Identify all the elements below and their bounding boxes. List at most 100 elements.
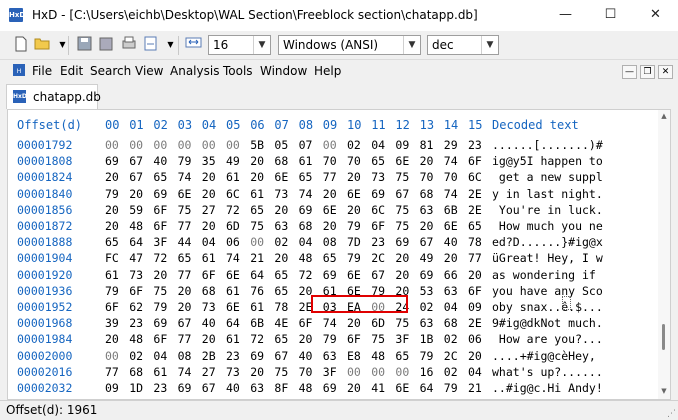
hex-byte[interactable]: 75 — [395, 219, 417, 233]
hex-byte[interactable]: 67 — [371, 268, 393, 282]
hex-byte[interactable]: 00 — [129, 138, 151, 152]
hex-byte[interactable]: 73 — [274, 187, 296, 201]
hex-byte[interactable]: 20 — [420, 154, 442, 168]
hex-byte[interactable]: 20 — [420, 219, 442, 233]
hex-byte[interactable]: 65 — [274, 268, 296, 282]
hex-byte[interactable]: 20 — [347, 381, 369, 395]
hex-byte[interactable]: 67 — [395, 187, 417, 201]
hex-byte[interactable]: 04 — [299, 235, 321, 249]
save-icon[interactable] — [76, 36, 93, 53]
hex-byte[interactable]: 3F — [153, 235, 175, 249]
hex-byte[interactable]: 20 — [468, 268, 490, 282]
hex-byte[interactable]: 09 — [468, 300, 490, 314]
tab-chatapp-db[interactable]: HxD chatapp.db — [6, 84, 101, 109]
hex-byte[interactable]: 74 — [226, 251, 248, 265]
hex-byte[interactable]: 47 — [129, 251, 151, 265]
hex-byte[interactable]: 04 — [444, 300, 466, 314]
hex-byte[interactable]: 20 — [250, 170, 272, 184]
hex-byte[interactable]: 2E — [468, 316, 490, 330]
hex-byte[interactable]: 73 — [129, 268, 151, 282]
print-icon[interactable] — [120, 36, 137, 53]
hex-byte[interactable]: 6C — [371, 203, 393, 217]
hex-byte[interactable]: 40 — [226, 381, 248, 395]
hex-byte[interactable]: 6F — [299, 316, 321, 330]
hex-byte[interactable]: 02 — [444, 365, 466, 379]
hex-byte[interactable]: 75 — [395, 170, 417, 184]
hex-byte[interactable]: 21 — [250, 251, 272, 265]
hex-byte[interactable]: 65 — [178, 251, 200, 265]
hex-byte[interactable]: 00 — [347, 365, 369, 379]
hex-byte[interactable]: 68 — [274, 154, 296, 168]
hex-byte[interactable]: 68 — [129, 365, 151, 379]
hex-byte[interactable]: 6E — [347, 268, 369, 282]
hex-byte[interactable]: 65 — [371, 154, 393, 168]
hex-byte[interactable]: 79 — [323, 332, 345, 346]
hex-byte[interactable]: 77 — [178, 268, 200, 282]
hex-byte[interactable]: 02 — [420, 300, 442, 314]
decoded-text[interactable]: How are you?... — [492, 332, 603, 346]
hex-byte[interactable]: 20 — [250, 154, 272, 168]
hex-editor[interactable]: Offset(d) 00 01 02 03 04 05 06 07 08 09 10 11 12 13 14… — [7, 109, 671, 400]
menu-tools[interactable]: Tools — [223, 64, 253, 78]
hex-byte[interactable]: 1B — [420, 332, 442, 346]
hex-byte[interactable]: 27 — [202, 365, 224, 379]
hex-byte[interactable]: 79 — [347, 251, 369, 265]
hex-byte[interactable]: 40 — [299, 349, 321, 363]
hex-byte[interactable]: 69 — [178, 381, 200, 395]
hex-byte[interactable]: 72 — [153, 251, 175, 265]
hex-byte[interactable]: 79 — [105, 284, 127, 298]
menu-file[interactable]: File — [32, 64, 52, 78]
hex-byte[interactable]: 75 — [178, 203, 200, 217]
hex-byte[interactable]: 49 — [226, 154, 248, 168]
hex-byte[interactable]: 61 — [226, 284, 248, 298]
hex-byte[interactable]: 72 — [250, 332, 272, 346]
hex-byte[interactable]: 06 — [226, 235, 248, 249]
hex-byte[interactable]: 78 — [274, 300, 296, 314]
hex-byte[interactable]: 6F — [468, 154, 490, 168]
hex-byte[interactable]: 72 — [226, 203, 248, 217]
hex-byte[interactable]: 2E — [468, 187, 490, 201]
close-button[interactable]: ✕ — [633, 0, 678, 31]
hex-byte[interactable]: 67 — [274, 349, 296, 363]
hex-byte[interactable]: 69 — [299, 203, 321, 217]
hex-byte[interactable]: 72 — [299, 268, 321, 282]
decoded-text[interactable]: ..#ig@c.Hi Andy! — [492, 381, 603, 395]
hex-byte[interactable]: 2C — [371, 251, 393, 265]
hex-byte[interactable]: 74 — [444, 187, 466, 201]
hex-byte[interactable]: 65 — [323, 251, 345, 265]
hex-byte[interactable]: 61 — [153, 365, 175, 379]
hex-byte[interactable]: 69 — [395, 235, 417, 249]
hex-byte[interactable]: 05 — [274, 138, 296, 152]
hex-byte[interactable]: 70 — [323, 154, 345, 168]
hex-byte[interactable]: 67 — [420, 235, 442, 249]
hex-byte[interactable]: 69 — [323, 268, 345, 282]
hex-byte[interactable]: 2B — [202, 349, 224, 363]
hex-byte[interactable]: 00 — [323, 138, 345, 152]
hex-byte[interactable]: 48 — [299, 251, 321, 265]
hex-byte[interactable]: 79 — [444, 381, 466, 395]
hex-byte[interactable]: 48 — [129, 219, 151, 233]
hex-byte[interactable]: 09 — [105, 381, 127, 395]
bytes-per-row-select[interactable]: 16 ▼ — [208, 35, 271, 55]
hex-byte[interactable]: 6F — [153, 332, 175, 346]
hex-byte[interactable]: 2C — [444, 349, 466, 363]
hex-byte[interactable]: 6E — [444, 219, 466, 233]
hex-byte[interactable]: 70 — [299, 365, 321, 379]
hex-byte[interactable]: 73 — [226, 365, 248, 379]
hex-byte[interactable]: 6C — [468, 170, 490, 184]
hex-byte[interactable]: 6E — [395, 154, 417, 168]
hex-byte[interactable]: 69 — [371, 187, 393, 201]
hex-byte[interactable]: 6B — [250, 316, 272, 330]
decoded-text[interactable]: ......[.......)# — [492, 138, 603, 152]
hex-byte[interactable]: 64 — [226, 316, 248, 330]
hex-byte[interactable]: 78 — [468, 235, 490, 249]
vertical-scrollbar[interactable]: ▲ ▼ — [658, 110, 670, 399]
hex-byte[interactable]: 3F — [323, 365, 345, 379]
hex-byte[interactable]: 04 — [371, 138, 393, 152]
hex-byte[interactable]: 20 — [444, 251, 466, 265]
hex-byte[interactable]: 20 — [202, 332, 224, 346]
hex-byte[interactable]: 00 — [250, 235, 272, 249]
hex-byte[interactable]: 70 — [347, 154, 369, 168]
hex-byte[interactable]: 75 — [371, 332, 393, 346]
open-folder-icon[interactable] — [34, 36, 51, 53]
